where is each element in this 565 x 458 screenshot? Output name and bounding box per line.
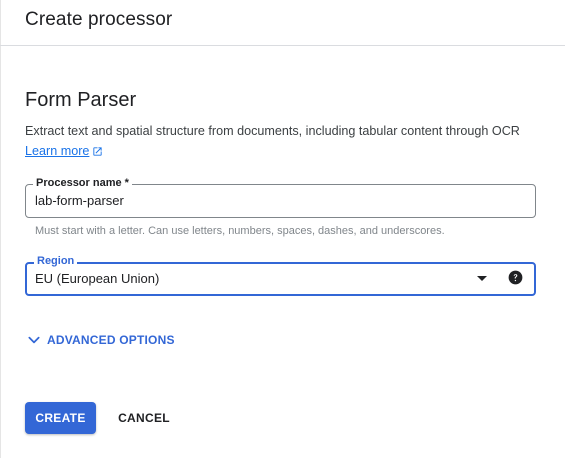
region-select[interactable]: Region EU (European Union) — [25, 255, 536, 296]
learn-more-label: Learn more — [25, 144, 90, 158]
processor-description: Extract text and spatial structure from … — [25, 124, 520, 138]
region-label: Region — [34, 255, 78, 268]
panel-title: Create processor — [25, 9, 173, 30]
cancel-button[interactable]: CANCEL — [108, 402, 180, 434]
processor-name-input[interactable]: lab-form-parser — [35, 193, 124, 208]
chevron-down-icon — [28, 336, 40, 344]
advanced-options-label: ADVANCED OPTIONS — [47, 333, 175, 347]
panel-header: Create processor — [0, 0, 565, 46]
region-selected-value[interactable]: EU (European Union) — [35, 271, 159, 286]
help-circle-icon[interactable] — [508, 270, 523, 285]
dropdown-arrow-icon[interactable] — [477, 276, 487, 281]
processor-name-label: Processor name * — [33, 177, 132, 190]
create-processor-panel: Create processor Form Parser Extract tex… — [0, 0, 565, 458]
processor-type-title: Form Parser — [25, 89, 137, 111]
learn-more-link[interactable]: Learn more — [25, 144, 103, 158]
advanced-options-toggle[interactable]: ADVANCED OPTIONS — [27, 333, 175, 347]
processor-name-field[interactable]: Processor name * lab-form-parser — [25, 177, 536, 218]
processor-name-helper: Must start with a letter. Can use letter… — [35, 225, 445, 237]
external-link-icon — [93, 146, 103, 156]
create-button[interactable]: CREATE — [25, 402, 96, 434]
panel-left-border — [0, 0, 1, 458]
